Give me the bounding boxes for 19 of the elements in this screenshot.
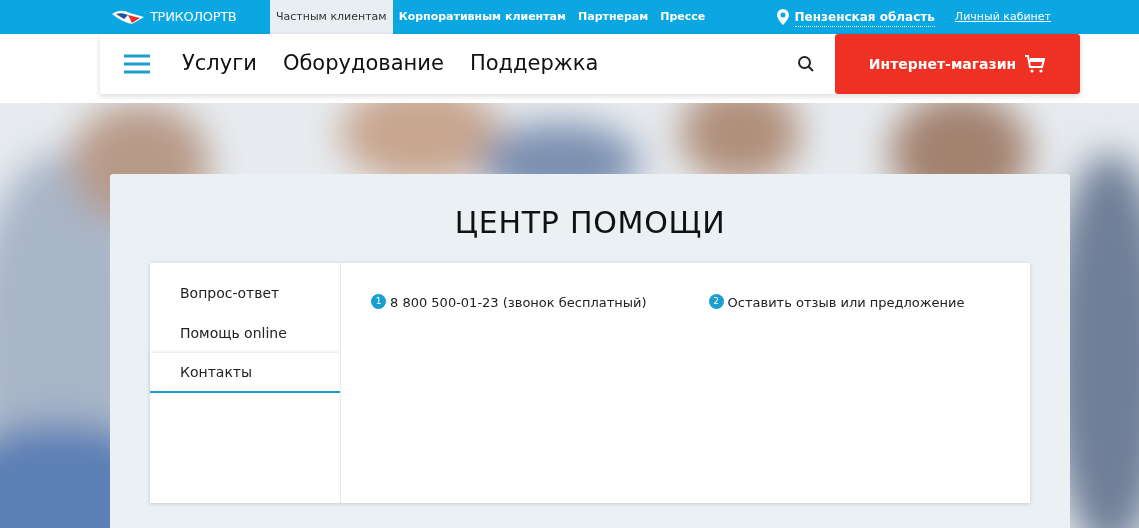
menu-icon[interactable] bbox=[124, 54, 150, 74]
page-title: ЦЕНТР ПОМОЩИ bbox=[454, 204, 726, 242]
search-icon[interactable] bbox=[797, 55, 815, 73]
shop-button[interactable]: Интернет-магазин bbox=[835, 34, 1080, 94]
nav-link[interactable]: Услуги bbox=[182, 48, 257, 80]
help-menu-item[interactable]: Вопрос-ответ bbox=[150, 273, 340, 313]
nav-link[interactable]: Оборудование bbox=[282, 48, 444, 80]
contact-link[interactable]: Оставить отзыв или предложение bbox=[727, 293, 965, 313]
logo-icon bbox=[110, 8, 146, 26]
number-badge: 1 bbox=[371, 294, 386, 309]
cart-icon bbox=[1024, 54, 1047, 74]
number-badge: 2 bbox=[708, 294, 724, 309]
logo-text: ТРИКОЛОРТВ bbox=[150, 8, 237, 27]
help-menu-item[interactable]: Контакты bbox=[150, 353, 340, 393]
contact-link[interactable]: 8 800 500-01-23 (звонок бесплатный) bbox=[390, 293, 647, 313]
nav-link[interactable]: Поддержка bbox=[469, 48, 599, 80]
help-menu-item[interactable]: Помощь online bbox=[150, 313, 340, 353]
location-pin-icon bbox=[776, 9, 789, 25]
audience-tab[interactable]: Частным клиентам bbox=[270, 0, 393, 34]
